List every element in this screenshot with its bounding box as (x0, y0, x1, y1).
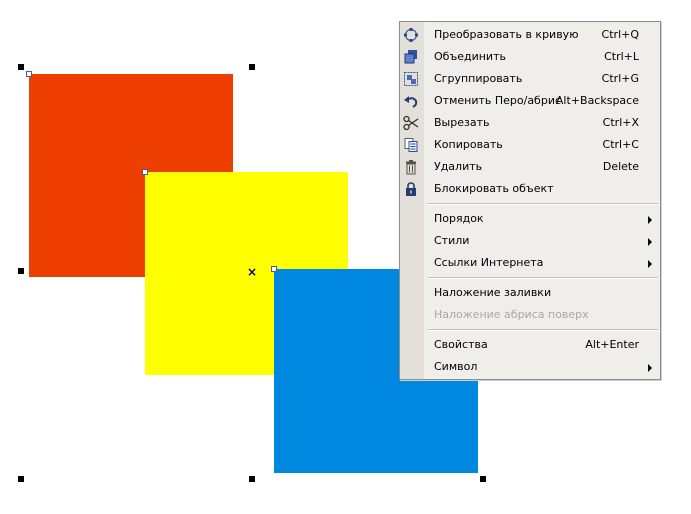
menu-item-label: Объединить (434, 50, 506, 63)
menu-item-shortcut: Ctrl+L (604, 50, 639, 63)
selection-handle-bottom-right[interactable] (480, 476, 486, 482)
submenu-arrow-icon (648, 364, 652, 372)
menu-item-delete[interactable]: Удалить Delete (400, 156, 660, 178)
menu-item-shortcut: Alt+Enter (585, 338, 639, 351)
menu-item-convert-to-curves[interactable]: Преобразовать в кривую Ctrl+Q (400, 24, 660, 46)
menu-item-order[interactable]: Порядок (400, 208, 660, 230)
context-menu: Преобразовать в кривую Ctrl+Q Объединить… (399, 21, 661, 380)
group-icon (403, 71, 419, 87)
menu-separator (428, 203, 658, 205)
menu-item-properties[interactable]: Свойства Alt+Enter (400, 334, 660, 356)
menu-item-label: Копировать (434, 138, 503, 151)
node-yellow-corner[interactable] (142, 169, 148, 175)
copy-icon (403, 137, 419, 153)
menu-item-label: Символ (434, 360, 478, 373)
menu-item-shortcut: Ctrl+X (602, 116, 639, 129)
node-blue-corner[interactable] (271, 266, 277, 272)
menu-item-label: Вырезать (434, 116, 490, 129)
menu-item-internet-links[interactable]: Ссылки Интернета (400, 252, 660, 274)
menu-separator (428, 277, 658, 279)
menu-item-cut[interactable]: Вырезать Ctrl+X (400, 112, 660, 134)
selection-handle-bottom-center[interactable] (249, 476, 255, 482)
menu-item-lock-object[interactable]: Блокировать объект (400, 178, 660, 200)
menu-item-label: Стили (434, 234, 470, 247)
menu-item-label: Ссылки Интернета (434, 256, 544, 269)
menu-item-overprint-fill[interactable]: Наложение заливки (400, 282, 660, 304)
menu-item-label: Отменить Перо/абрис (434, 94, 562, 107)
menu-item-copy[interactable]: Копировать Ctrl+C (400, 134, 660, 156)
selection-handle-top-center[interactable] (249, 64, 255, 70)
combine-icon (403, 49, 419, 65)
menu-item-styles[interactable]: Стили (400, 230, 660, 252)
menu-item-shortcut: Alt+Backspace (555, 94, 639, 107)
scissors-icon (403, 115, 419, 131)
selection-handle-top-left[interactable] (18, 64, 24, 70)
menu-item-shortcut: Ctrl+Q (601, 28, 639, 41)
menu-item-label: Блокировать объект (434, 182, 554, 195)
menu-item-group[interactable]: Сгруппировать Ctrl+G (400, 68, 660, 90)
menu-item-label: Удалить (434, 160, 483, 173)
menu-item-shortcut: Ctrl+G (601, 72, 639, 85)
menu-item-label: Свойства (434, 338, 488, 351)
menu-item-symbol[interactable]: Символ (400, 356, 660, 378)
lock-icon (403, 181, 419, 197)
menu-item-label: Сгруппировать (434, 72, 523, 85)
menu-item-undo[interactable]: Отменить Перо/абрис Alt+Backspace (400, 90, 660, 112)
drawing-canvas[interactable]: × Преобразовать в кривую Ctrl+Q Объедини… (0, 0, 691, 514)
submenu-arrow-icon (648, 216, 652, 224)
menu-item-label: Преобразовать в кривую (434, 28, 579, 41)
undo-icon (403, 93, 419, 109)
menu-item-overprint-outline: Наложение абриса поверх (400, 304, 660, 326)
selection-center-marker[interactable]: × (246, 266, 258, 278)
submenu-arrow-icon (648, 260, 652, 268)
selection-handle-middle-left[interactable] (18, 268, 24, 274)
selection-handle-bottom-left[interactable] (18, 476, 24, 482)
menu-item-label: Порядок (434, 212, 484, 225)
node-red-corner[interactable] (26, 71, 32, 77)
menu-item-label: Наложение заливки (434, 286, 552, 299)
submenu-arrow-icon (648, 238, 652, 246)
menu-item-shortcut: Ctrl+C (602, 138, 639, 151)
menu-item-combine[interactable]: Объединить Ctrl+L (400, 46, 660, 68)
menu-separator (428, 329, 658, 331)
trash-icon (403, 159, 419, 175)
convert-to-curves-icon (403, 27, 419, 43)
menu-item-shortcut: Delete (602, 160, 639, 173)
menu-item-label: Наложение абриса поверх (434, 308, 589, 321)
